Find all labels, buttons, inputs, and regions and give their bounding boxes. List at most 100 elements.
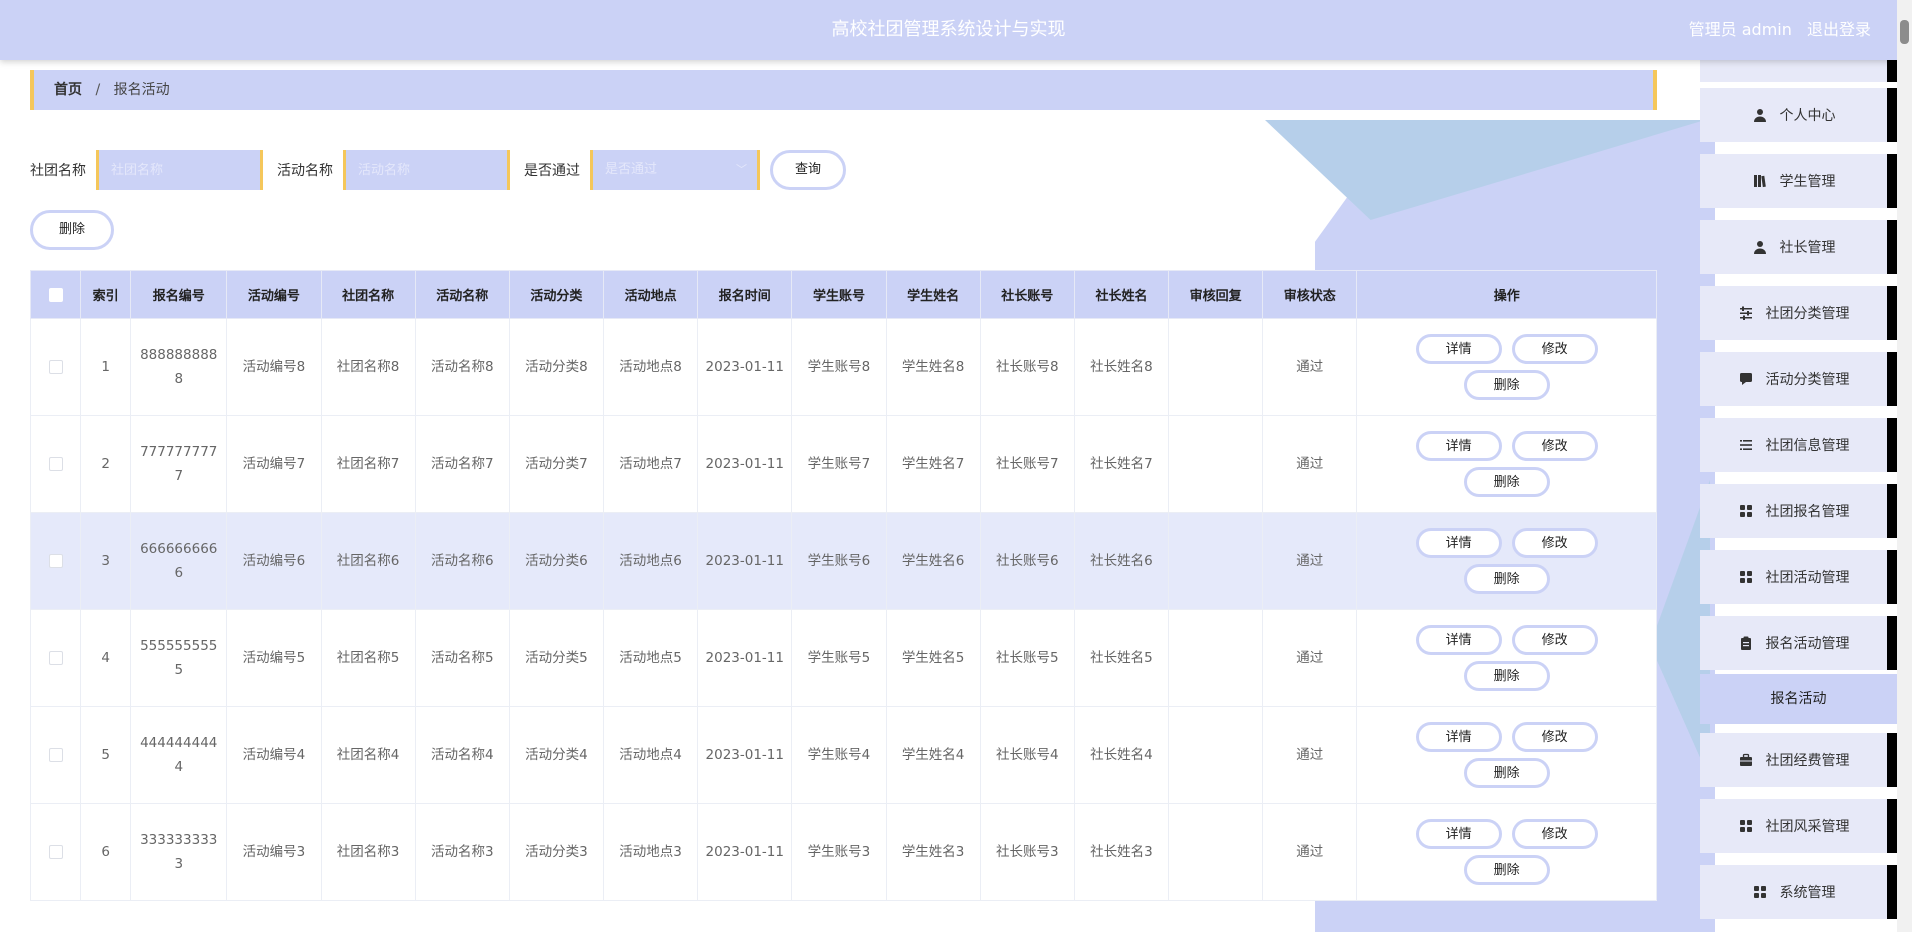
cell-stu-acc: 学生账号7	[791, 415, 887, 513]
edit-button[interactable]: 修改	[1511, 334, 1598, 364]
cell-reply	[1168, 609, 1264, 707]
detail-button[interactable]: 详情	[1415, 431, 1502, 461]
cell-index: 4	[80, 609, 132, 707]
sidebar-item-8[interactable]: 社团活动管理	[1700, 550, 1897, 604]
cell-club: 社团名称6	[320, 512, 416, 610]
sidebar-item-4[interactable]: 社团分类管理	[1700, 286, 1897, 340]
cell-leader-name: 社长姓名3	[1073, 803, 1170, 901]
col-header: 审核状态	[1262, 270, 1358, 319]
sidebar-item-11[interactable]: 社团经费管理	[1700, 733, 1897, 787]
sidebar-top-item[interactable]	[1700, 60, 1897, 82]
pass-status-select[interactable]: 是否通过 ﹀	[590, 150, 760, 190]
grid-icon	[1738, 569, 1754, 585]
cell-place: 活动地点4	[603, 706, 699, 804]
row-checkbox[interactable]	[48, 845, 63, 859]
row-select-cell	[30, 706, 82, 804]
sidebar-item-10-active[interactable]: 报名活动	[1700, 674, 1897, 724]
sidebar-item-label: 社团活动管理	[1765, 570, 1850, 586]
row-checkbox[interactable]	[48, 554, 63, 568]
sidebar-item-5[interactable]: 活动分类管理	[1700, 352, 1897, 406]
cell-act-no: 活动编号6	[226, 512, 322, 610]
cell-category: 活动分类4	[508, 706, 605, 804]
cell-place: 活动地点7	[603, 415, 699, 513]
cell-stu-acc: 学生账号4	[791, 706, 887, 804]
actions-cell: 详情 修改删除	[1356, 706, 1657, 804]
col-header: 报名编号	[130, 270, 228, 319]
cell-club: 社团名称5	[320, 609, 416, 707]
actions-cell: 详情 修改删除	[1356, 512, 1657, 610]
cell-leader-acc: 社长账号5	[979, 609, 1075, 707]
breadcrumb-home[interactable]: 首页	[54, 82, 82, 98]
row-select-cell	[30, 803, 82, 901]
col-header: 社团名称	[320, 270, 416, 319]
registration-table: 索引 报名编号 活动编号 社团名称 活动名称 活动分类 活动地点 报名时间 学生…	[30, 270, 1657, 932]
delete-button[interactable]: 删除	[1463, 467, 1550, 497]
table-row: 5 4444444444 活动编号4 社团名称4 活动名称4 活动分类4 活动地点4 2023…	[30, 706, 1657, 804]
delete-button[interactable]: 删除	[1463, 370, 1550, 400]
edit-button[interactable]: 修改	[1511, 722, 1598, 752]
sidebar-item-9[interactable]: 报名活动管理	[1700, 616, 1897, 670]
cell-stu-acc: 学生账号6	[791, 512, 887, 610]
detail-button[interactable]: 详情	[1415, 528, 1502, 558]
page-scrollbar[interactable]	[1897, 0, 1912, 932]
row-checkbox[interactable]	[48, 360, 63, 374]
grid-icon	[1752, 884, 1768, 900]
sidebar-item-3[interactable]: 社长管理	[1700, 220, 1897, 274]
row-checkbox[interactable]	[48, 748, 63, 762]
cell-place: 活动地点3	[603, 803, 699, 901]
edit-button[interactable]: 修改	[1511, 625, 1598, 655]
list-icon	[1738, 437, 1754, 453]
cell-stu-acc: 学生账号3	[791, 803, 887, 901]
row-checkbox[interactable]	[48, 651, 63, 665]
cell-leader-name: 社长姓名5	[1073, 609, 1170, 707]
cell-act-no: 活动编号8	[226, 318, 322, 416]
edit-button[interactable]: 修改	[1511, 431, 1598, 461]
select-all-checkbox[interactable]	[48, 287, 63, 302]
sidebar-item-1[interactable]: 个人中心	[1700, 88, 1897, 142]
sidebar-item-6[interactable]: 社团信息管理	[1700, 418, 1897, 472]
sidebar-item-label: 学生管理	[1779, 174, 1836, 190]
edit-button[interactable]: 修改	[1511, 819, 1598, 849]
scrollbar-thumb[interactable]	[1900, 20, 1909, 44]
cell-status: 通过	[1262, 415, 1358, 513]
cell-stu-name: 学生姓名3	[885, 803, 981, 901]
sidebar-item-13[interactable]: 系统管理	[1700, 865, 1897, 919]
delete-button[interactable]: 删除	[1463, 661, 1550, 691]
sidebar-item-12[interactable]: 社团风采管理	[1700, 799, 1897, 853]
query-button[interactable]: 查询	[770, 150, 847, 190]
detail-button[interactable]: 详情	[1415, 819, 1502, 849]
cell-reply	[1168, 415, 1264, 513]
logout-link[interactable]: 退出登录	[1807, 20, 1871, 39]
cell-club: 社团名称7	[320, 415, 416, 513]
detail-button[interactable]: 详情	[1415, 722, 1502, 752]
cell-stu-name: 学生姓名7	[885, 415, 981, 513]
delete-button[interactable]: 删除	[1463, 758, 1550, 788]
batch-delete-button[interactable]: 删除	[30, 210, 114, 250]
row-checkbox[interactable]	[48, 457, 63, 471]
cell-act-name: 活动名称4	[414, 706, 510, 804]
delete-button[interactable]: 删除	[1463, 855, 1550, 885]
sidebar-item-2[interactable]: 学生管理	[1700, 154, 1897, 208]
delete-button[interactable]: 删除	[1463, 564, 1550, 594]
activity-name-input[interactable]	[343, 150, 510, 190]
cell-leader-acc: 社长账号7	[979, 415, 1075, 513]
sidebar-item-label: 个人中心	[1779, 108, 1836, 124]
cell-category: 活动分类6	[508, 512, 605, 610]
grid-icon	[1738, 503, 1754, 519]
sidebar-item-7[interactable]: 社团报名管理	[1700, 484, 1897, 538]
detail-button[interactable]: 详情	[1415, 334, 1502, 364]
edit-button[interactable]: 修改	[1511, 528, 1598, 558]
cell-reg-no: 5555555555	[130, 609, 228, 707]
cell-place: 活动地点5	[603, 609, 699, 707]
club-name-input[interactable]	[96, 150, 263, 190]
cell-stu-name: 学生姓名4	[885, 706, 981, 804]
cell-reg-no: 6666666666	[130, 512, 228, 610]
breadcrumb-separator: /	[95, 82, 101, 98]
cell-leader-name: 社长姓名8	[1073, 318, 1170, 416]
breadcrumb-current: 报名活动	[113, 82, 170, 98]
detail-button[interactable]: 详情	[1415, 625, 1502, 655]
user-icon	[1752, 107, 1768, 123]
table-row: 4 5555555555 活动编号5 社团名称5 活动名称5 活动分类5 活动地点5 2023…	[30, 609, 1657, 707]
cell-status: 通过	[1262, 512, 1358, 610]
cell-category: 活动分类3	[508, 803, 605, 901]
